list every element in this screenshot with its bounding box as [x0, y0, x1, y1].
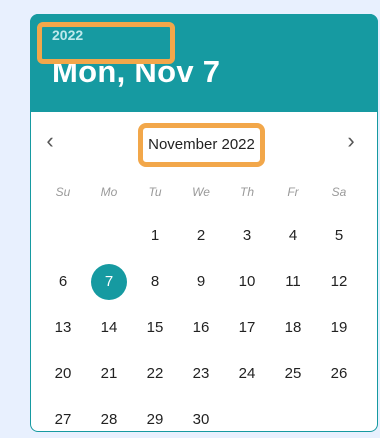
previous-month-button[interactable]: ‹	[40, 130, 60, 152]
calendar-day[interactable]: 22	[137, 356, 173, 392]
selected-day[interactable]: 7	[91, 264, 127, 300]
calendar-day[interactable]: 18	[275, 310, 311, 346]
calendar-day[interactable]: 16	[183, 310, 219, 346]
calendar-day[interactable]: 10	[229, 264, 265, 300]
calendar-day[interactable]: 17	[229, 310, 265, 346]
calendar-day[interactable]: 8	[137, 264, 173, 300]
calendar-day[interactable]: 19	[321, 310, 357, 346]
weekday-label: We	[192, 185, 210, 199]
calendar-day[interactable]: 11	[275, 264, 311, 300]
calendar-day[interactable]: 21	[91, 356, 127, 392]
calendar-day[interactable]: 4	[275, 218, 311, 254]
calendar-day[interactable]: 25	[275, 356, 311, 392]
calendar-day[interactable]: 2	[183, 218, 219, 254]
calendar-day[interactable]: 26	[321, 356, 357, 392]
calendar-day[interactable]: 1	[137, 218, 173, 254]
calendar-day[interactable]: 28	[91, 402, 127, 438]
weekday-label: Th	[239, 185, 254, 199]
calendar-day[interactable]: 13	[45, 310, 81, 346]
calendar-day[interactable]: 9	[183, 264, 219, 300]
calendar-day[interactable]: 27	[45, 402, 81, 438]
calendar-day[interactable]: 23	[183, 356, 219, 392]
weekday-label: Sa	[331, 185, 347, 199]
year-highlight-box	[37, 22, 175, 64]
calendar-day[interactable]: 14	[91, 310, 127, 346]
calendar-day[interactable]: 5	[321, 218, 357, 254]
calendar-day[interactable]: 30	[183, 402, 219, 438]
month-year-button[interactable]: November 2022	[138, 123, 265, 167]
calendar-day[interactable]: 6	[45, 264, 81, 300]
calendar-day[interactable]: 3	[229, 218, 265, 254]
weekday-label: Mo	[100, 185, 118, 199]
next-month-button[interactable]: ›	[341, 130, 361, 152]
weekday-label: Su	[55, 185, 71, 199]
weekday-label: Fr	[287, 185, 299, 199]
calendar-day[interactable]: 20	[45, 356, 81, 392]
calendar-day[interactable]: 29	[137, 402, 173, 438]
weekday-header: Su Mo Tu We Th Fr Sa	[40, 185, 360, 203]
calendar-day[interactable]: 12	[321, 264, 357, 300]
weekday-label: Tu	[148, 185, 162, 199]
calendar-day[interactable]: 24	[229, 356, 265, 392]
calendar-day[interactable]: 15	[137, 310, 173, 346]
